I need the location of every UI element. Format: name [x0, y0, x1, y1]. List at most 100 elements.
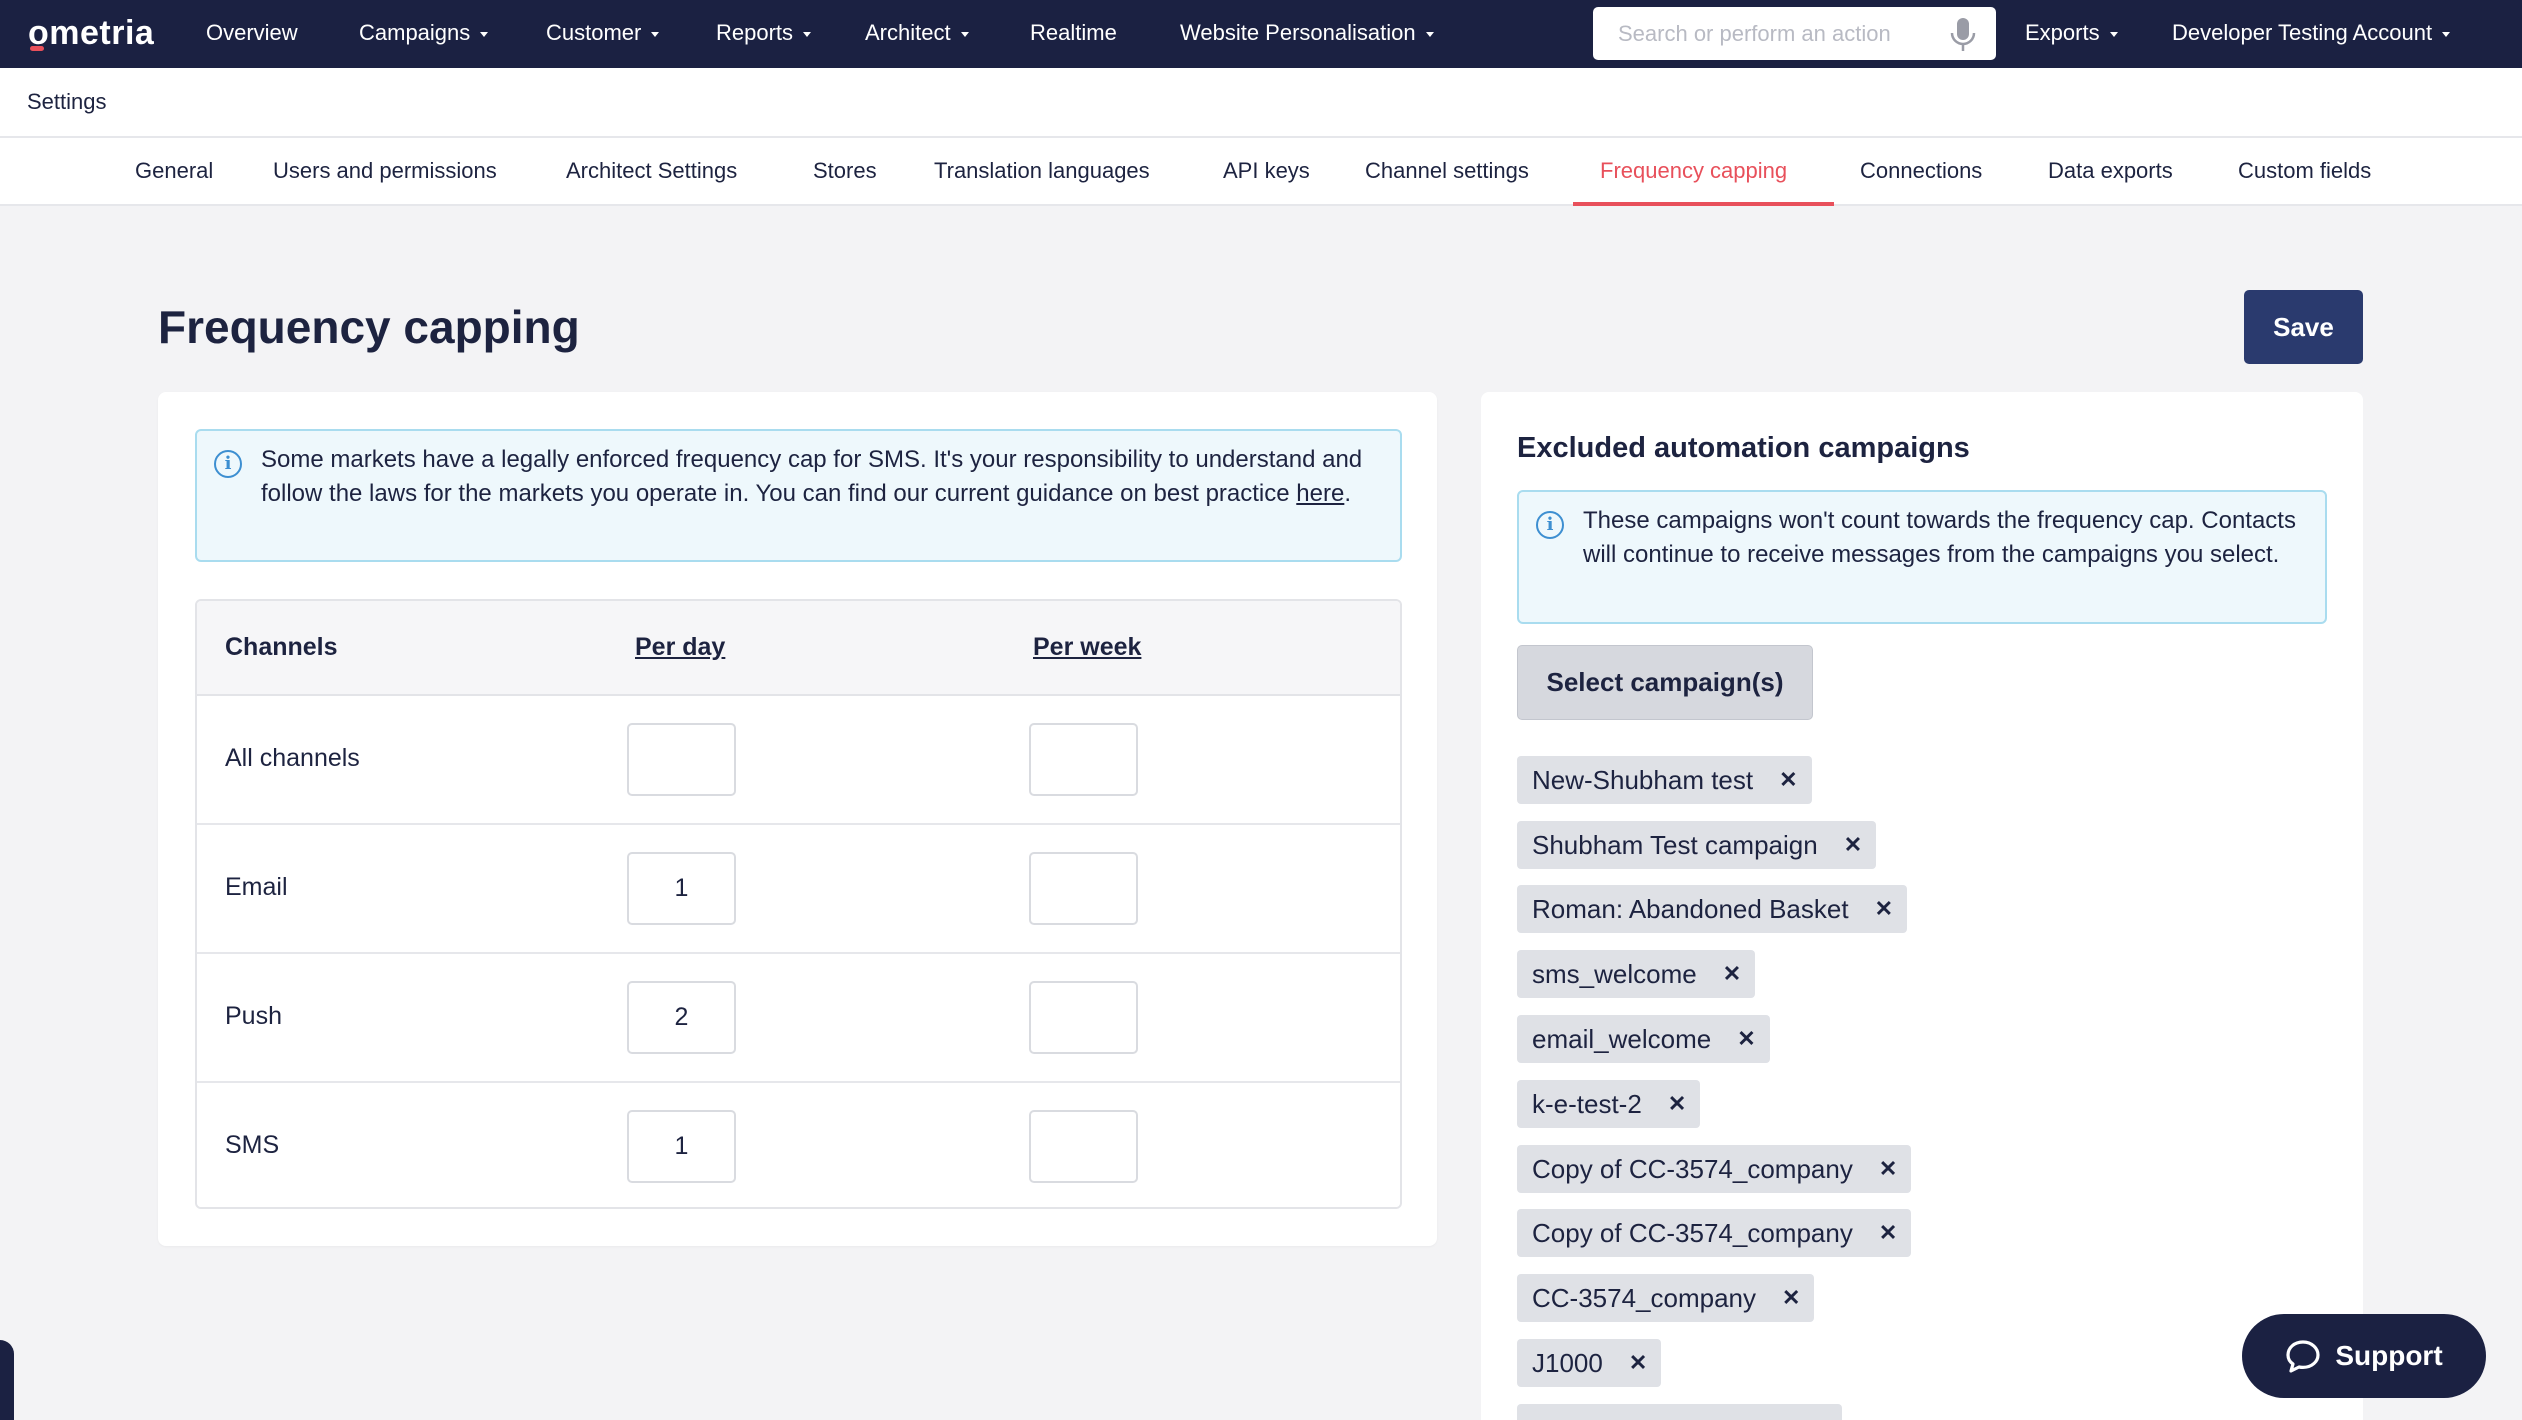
remove-icon[interactable]: ✕ — [1844, 832, 1862, 858]
remove-icon[interactable]: ✕ — [1782, 1285, 1800, 1311]
tab-translation-languages[interactable]: Translation languages — [934, 158, 1150, 184]
campaign-chip: Roman: Abandoned Basket ✕ — [1517, 885, 1907, 933]
nav-customer[interactable]: Customer — [546, 20, 660, 46]
notice-body: Some markets have a legally enforced fre… — [261, 446, 1363, 507]
account-menu[interactable]: Developer Testing Account — [2172, 20, 2451, 46]
remove-icon[interactable]: ✕ — [1668, 1091, 1686, 1117]
tab-data-exports[interactable]: Data exports — [2048, 158, 2173, 184]
nav-reports[interactable]: Reports — [716, 20, 812, 46]
nav-label: Customer — [546, 20, 642, 45]
nav-label: Realtime — [1030, 20, 1117, 45]
tab-connections[interactable]: Connections — [1860, 158, 1982, 184]
chip-label: Copy of CC-3574_company — [1532, 1217, 1853, 1248]
campaign-chip: Copy of CC-3574_company ✕ — [1517, 1209, 1912, 1257]
chip-label: Roman: Abandoned Basket — [1532, 893, 1849, 924]
channel-label: Email — [225, 873, 288, 901]
chip-label: New-Shubham test — [1532, 764, 1754, 795]
search-box — [1593, 7, 1996, 60]
nav-label: Reports — [716, 20, 794, 45]
settings-header: Settings — [0, 68, 2522, 138]
column-header-per-day[interactable]: Per day — [635, 633, 725, 662]
per-week-input[interactable] — [1029, 981, 1138, 1054]
chat-bubble-icon — [2286, 1340, 2320, 1373]
chip-label: Shubham Test campaign — [1532, 829, 1818, 860]
campaign-chip: J1000 ✕ — [1517, 1339, 1662, 1387]
chip-label: CC-3574_company — [1532, 1282, 1757, 1313]
save-button[interactable]: Save — [2244, 290, 2363, 364]
search-input[interactable] — [1618, 20, 1938, 47]
remove-icon[interactable]: ✕ — [1629, 1350, 1647, 1376]
caret-down-icon — [480, 31, 489, 37]
tab-channel-settings[interactable]: Channel settings — [1365, 158, 1529, 184]
per-week-input[interactable] — [1029, 1110, 1138, 1183]
tab-users-and-permissions[interactable]: Users and permissions — [273, 158, 497, 184]
caret-down-icon — [1425, 31, 1434, 37]
ometria-logo[interactable]: ometria — [28, 14, 154, 53]
guidance-link[interactable]: here — [1296, 480, 1344, 507]
per-day-input[interactable] — [627, 981, 736, 1054]
page-title: Frequency capping — [158, 301, 580, 353]
support-label: Support — [2335, 1340, 2443, 1371]
top-navigation: ometria Overview Campaigns Customer Repo… — [0, 0, 2522, 68]
caret-down-icon — [803, 31, 812, 37]
notice-suffix: . — [1344, 480, 1351, 507]
support-button[interactable]: Support — [2242, 1314, 2486, 1398]
per-week-input[interactable] — [1029, 852, 1138, 925]
nav-realtime[interactable]: Realtime — [1030, 20, 1117, 46]
excluded-notice-text: These campaigns won't count towards the … — [1583, 507, 2296, 568]
tab-api-keys[interactable]: API keys — [1223, 158, 1310, 184]
chip-label: k-e-test-2 — [1532, 1088, 1642, 1119]
chip-label: Copy of CC-3574_company — [1532, 1153, 1853, 1184]
tab-general[interactable]: General — [135, 158, 213, 184]
campaign-chip: sms_welcome ✕ — [1517, 950, 1756, 998]
per-day-input[interactable] — [627, 852, 736, 925]
table-row-all-channels: All channels — [197, 696, 1400, 825]
sms-legal-notice: i Some markets have a legally enforced f… — [195, 429, 1402, 562]
settings-tabs: General Users and permissions Architect … — [0, 138, 2522, 206]
per-day-input[interactable] — [627, 723, 736, 796]
table-header: Channels Per day Per week — [197, 601, 1400, 696]
campaign-chip: New-Shubham test ✕ — [1517, 756, 1812, 804]
account-name: Developer Testing Account — [2172, 20, 2433, 45]
chip-label: J1000 — [1532, 1347, 1603, 1378]
remove-icon[interactable]: ✕ — [1879, 1220, 1897, 1246]
campaign-chip: Copy of CC-3574_company ✕ — [1517, 1145, 1912, 1193]
remove-icon[interactable]: ✕ — [1779, 767, 1797, 793]
per-week-input[interactable] — [1029, 723, 1138, 796]
tab-custom-fields[interactable]: Custom fields — [2238, 158, 2371, 184]
sidebar-edge — [0, 1340, 14, 1420]
nav-overview[interactable]: Overview — [206, 20, 298, 46]
select-campaigns-button[interactable]: Select campaign(s) — [1517, 645, 1813, 720]
remove-icon[interactable]: ✕ — [1875, 896, 1893, 922]
per-day-input[interactable] — [627, 1110, 736, 1183]
remove-icon[interactable]: ✕ — [1879, 1156, 1897, 1182]
remove-icon[interactable]: ✕ — [1723, 961, 1741, 987]
excluded-campaigns-notice: i These campaigns won't count towards th… — [1517, 490, 2327, 624]
campaign-chip: email_welcome ✕ — [1517, 1015, 1770, 1063]
info-icon: i — [1536, 511, 1564, 539]
remove-icon[interactable]: ✕ — [1737, 1026, 1755, 1052]
microphone-icon[interactable] — [1948, 17, 1978, 53]
tab-frequency-capping[interactable]: Frequency capping — [1600, 158, 1787, 184]
table-row-email: Email — [197, 825, 1400, 954]
nav-exports[interactable]: Exports — [2025, 20, 2118, 46]
logo-text: ometria — [28, 14, 155, 52]
nav-label: Overview — [206, 20, 298, 45]
column-header-per-week[interactable]: Per week — [1033, 633, 1141, 662]
chip-label: email_welcome — [1532, 1023, 1712, 1054]
nav-label: Architect — [865, 20, 951, 45]
campaign-chip: CC-3574_company ✕ — [1517, 1274, 1815, 1322]
nav-website-personalisation[interactable]: Website Personalisation — [1180, 20, 1434, 46]
tab-stores[interactable]: Stores — [813, 158, 877, 184]
tab-architect-settings[interactable]: Architect Settings — [566, 158, 737, 184]
nav-campaigns[interactable]: Campaigns — [359, 20, 489, 46]
channel-label: Push — [225, 1002, 282, 1030]
nav-architect[interactable]: Architect — [865, 20, 969, 46]
info-icon: i — [214, 450, 242, 478]
campaign-chip-partial — [1517, 1404, 1842, 1420]
channel-label: All channels — [225, 744, 360, 772]
campaign-chip: k-e-test-2 ✕ — [1517, 1080, 1701, 1128]
campaign-chip: Shubham Test campaign ✕ — [1517, 821, 1877, 869]
table-row-sms: SMS — [197, 1083, 1400, 1207]
column-header-channels: Channels — [225, 633, 338, 661]
